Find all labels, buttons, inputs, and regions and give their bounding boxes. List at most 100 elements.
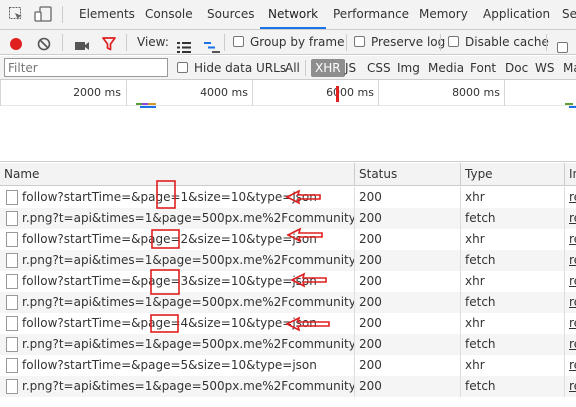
preserve-log-checkbox[interactable]: Preserve log (354, 30, 445, 55)
request-name[interactable]: r.png?t=api&times=1&page=500px.me%2Fcomm… (22, 337, 354, 351)
filter-type-media[interactable]: Media (428, 56, 464, 80)
tab-performance[interactable]: Performance (333, 0, 409, 29)
timeline-marker (336, 86, 339, 102)
group-by-frame-checkbox[interactable]: Group by frame (233, 30, 344, 55)
filter-type-js[interactable]: JS (345, 56, 356, 80)
request-name[interactable]: r.png?t=api&times=1&page=500px.me%2Fcomm… (22, 253, 354, 267)
request-name[interactable]: follow?startTime=&page=2&size=10&type=js… (22, 232, 317, 246)
tab-sources[interactable]: Sources (207, 0, 254, 29)
column-header-initiator[interactable]: In (565, 163, 576, 186)
network-toolbar: View: Group by frame Preserve log Disabl… (0, 30, 576, 55)
tab-network[interactable]: Network (260, 0, 327, 29)
column-header-status[interactable]: Status (355, 163, 461, 186)
filter-type-xhr[interactable]: XHR (311, 59, 345, 77)
request-name-cell[interactable]: r.png?t=api&times=1&page=500px.me%2Fcomm… (0, 250, 355, 271)
group-by-frame-box[interactable] (233, 36, 244, 47)
filter-bar: Hide data URLs All XHR JS CSS Img Media … (0, 56, 576, 80)
table-row[interactable]: r.png?t=api&times=1&page=500px.me%2Fcomm… (0, 208, 576, 229)
request-name-cell[interactable]: follow?startTime=&page=2&size=10&type=js… (0, 229, 355, 250)
table-row[interactable]: r.png?t=api&times=1&page=500px.me%2Fcomm… (0, 292, 576, 313)
request-initiator[interactable]: re (565, 313, 576, 334)
request-name-cell[interactable]: follow?startTime=&page=3&size=10&type=js… (0, 271, 355, 292)
filter-type-all[interactable]: All (285, 56, 300, 80)
column-header-name[interactable]: Name (0, 163, 355, 186)
request-initiator[interactable]: re (565, 187, 576, 208)
filter-type-doc[interactable]: Doc (505, 56, 528, 80)
file-icon (6, 190, 18, 205)
request-name[interactable]: r.png?t=api&times=1&page=500px.me%2Fcomm… (22, 211, 354, 225)
request-type: fetch (461, 292, 565, 313)
offline-checkbox[interactable] (557, 36, 574, 53)
table-row[interactable]: r.png?t=api&times=1&page=500px.me%2Fcomm… (0, 376, 576, 397)
request-name[interactable]: follow?startTime=&page=3&size=10&type=js… (22, 274, 317, 288)
tab-elements[interactable]: Elements (79, 0, 135, 29)
tab-security[interactable]: Se (562, 0, 576, 29)
file-icon (6, 295, 18, 310)
large-rows-icon[interactable] (177, 37, 191, 53)
tab-memory[interactable]: Memory (419, 0, 468, 29)
request-initiator[interactable]: re (565, 292, 576, 313)
filter-icon[interactable] (102, 35, 116, 51)
request-status: 200 (355, 292, 461, 313)
timeline-gridline (252, 80, 253, 106)
request-name-cell[interactable]: r.png?t=api&times=1&page=500px.me%2Fcomm… (0, 208, 355, 229)
table-row[interactable]: follow?startTime=&page=3&size=10&type=js… (0, 271, 576, 292)
hide-data-urls-label: Hide data URLs (194, 61, 287, 75)
table-row[interactable]: follow?startTime=&page=1&size=10&type=js… (0, 187, 576, 208)
request-name-cell[interactable]: follow?startTime=&page=1&size=10&type=js… (0, 187, 355, 208)
request-initiator[interactable]: re (565, 355, 576, 376)
camera-icon[interactable] (74, 36, 90, 50)
preserve-log-box[interactable] (354, 36, 365, 47)
request-name-cell[interactable]: r.png?t=api&times=1&page=500px.me%2Fcomm… (0, 376, 355, 397)
toolbar-divider (346, 34, 347, 51)
tab-application[interactable]: Application (483, 0, 550, 29)
request-name[interactable]: follow?startTime=&page=4&size=10&type=js… (22, 316, 317, 330)
disable-cache-label: Disable cache (465, 35, 549, 49)
disable-cache-box[interactable] (448, 36, 459, 47)
request-initiator[interactable]: re (565, 250, 576, 271)
waterfall-icon[interactable] (204, 37, 220, 53)
filter-type-manifest[interactable]: Ma (563, 56, 576, 80)
filter-type-css[interactable]: CSS (367, 56, 391, 80)
table-row[interactable]: r.png?t=api&times=1&page=500px.me%2Fcomm… (0, 334, 576, 355)
disable-cache-checkbox[interactable]: Disable cache (448, 30, 549, 55)
request-initiator[interactable]: re (565, 208, 576, 229)
request-name-cell[interactable]: follow?startTime=&page=5&size=10&type=js… (0, 355, 355, 376)
request-name-cell[interactable]: r.png?t=api&times=1&page=500px.me%2Fcomm… (0, 292, 355, 313)
request-name[interactable]: r.png?t=api&times=1&page=500px.me%2Fcomm… (22, 379, 354, 393)
filter-type-img[interactable]: Img (397, 56, 420, 80)
column-header-type[interactable]: Type (461, 163, 565, 186)
table-row[interactable]: follow?startTime=&page=5&size=10&type=js… (0, 355, 576, 376)
filter-input[interactable] (4, 58, 168, 77)
group-by-frame-label: Group by frame (250, 35, 345, 49)
tab-console[interactable]: Console (145, 0, 193, 29)
hide-data-urls-box[interactable] (177, 62, 188, 73)
request-status: 200 (355, 250, 461, 271)
clear-icon[interactable] (37, 35, 51, 51)
request-initiator[interactable]: re (565, 229, 576, 250)
inspect-icon[interactable] (8, 6, 24, 25)
request-initiator[interactable]: re (565, 376, 576, 397)
timeline-overview[interactable]: 2000 ms 4000 ms 6000 ms 8000 ms (0, 80, 576, 162)
filter-type-ws[interactable]: WS (535, 56, 554, 80)
hide-data-urls-checkbox[interactable]: Hide data URLs (177, 56, 286, 80)
timeline-tick: 2000 ms (73, 86, 121, 99)
request-initiator[interactable]: re (565, 271, 576, 292)
record-icon[interactable] (9, 35, 23, 50)
filter-type-font[interactable]: Font (470, 56, 496, 80)
device-toolbar-icon[interactable] (34, 6, 52, 25)
request-name[interactable]: follow?startTime=&page=1&size=10&type=js… (22, 190, 317, 204)
request-name-cell[interactable]: r.png?t=api&times=1&page=500px.me%2Fcomm… (0, 334, 355, 355)
request-initiator[interactable]: re (565, 334, 576, 355)
request-type: fetch (461, 208, 565, 229)
table-row[interactable]: follow?startTime=&page=2&size=10&type=js… (0, 229, 576, 250)
file-icon (6, 358, 18, 373)
request-name-cell[interactable]: follow?startTime=&page=4&size=10&type=js… (0, 313, 355, 334)
request-name[interactable]: r.png?t=api&times=1&page=500px.me%2Fcomm… (22, 295, 354, 309)
file-icon (6, 379, 18, 394)
file-icon (6, 337, 18, 352)
table-row[interactable]: r.png?t=api&times=1&page=500px.me%2Fcomm… (0, 250, 576, 271)
request-name[interactable]: follow?startTime=&page=5&size=10&type=js… (22, 358, 317, 372)
table-row[interactable]: follow?startTime=&page=4&size=10&type=js… (0, 313, 576, 334)
offline-box[interactable] (557, 42, 568, 53)
